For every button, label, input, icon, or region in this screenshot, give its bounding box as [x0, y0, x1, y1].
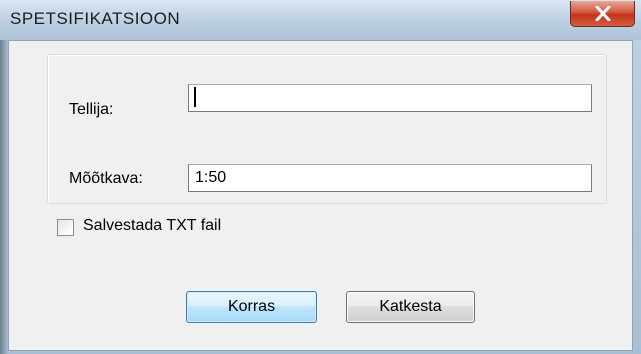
close-button[interactable] — [570, 1, 635, 27]
text-caret — [194, 87, 196, 107]
title-bar[interactable]: SPETSIFIKATSIOON — [0, 0, 641, 40]
save-txt-checkbox[interactable] — [57, 219, 74, 236]
scale-label: Mõõtkava: — [69, 170, 143, 187]
dialog-window: SPETSIFIKATSIOON Tellija: Mõõtkava: Salv… — [0, 0, 641, 354]
cancel-button[interactable]: Katkesta — [346, 291, 475, 323]
scale-input[interactable] — [188, 164, 592, 192]
customer-input[interactable] — [188, 84, 592, 112]
window-title: SPETSIFIKATSIOON — [10, 9, 181, 28]
customer-label: Tellija: — [69, 101, 114, 118]
window-frame-edge — [0, 40, 8, 354]
ok-button[interactable]: Korras — [186, 291, 317, 323]
close-icon — [595, 6, 611, 21]
save-txt-label[interactable]: Salvestada TXT fail — [83, 217, 221, 235]
